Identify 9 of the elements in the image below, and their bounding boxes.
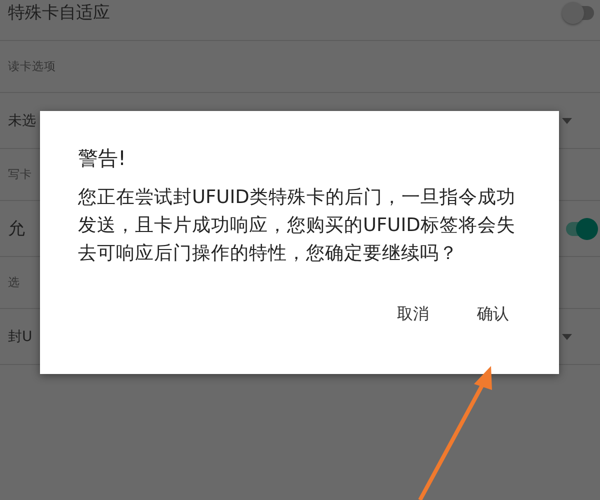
setting-label: 允 [8,218,25,240]
confirm-button[interactable]: 确认 [473,298,513,331]
dropdown-value: 未选 [8,112,36,130]
section-header: 选 [8,275,20,290]
dropdown-value: 封U [8,328,32,346]
dialog-title: 警告! [78,145,128,172]
dialog-message: 您正在尝试封UFUID类特殊卡的后门，一旦指令成功发送，且卡片成功响应，您购买的UFUID标签将会失去可响应后门操作的特性，您确定要继续吗？ [78,186,516,266]
cancel-button[interactable]: 取消 [393,298,433,331]
setting-label: 特殊卡自适应 [8,2,110,24]
